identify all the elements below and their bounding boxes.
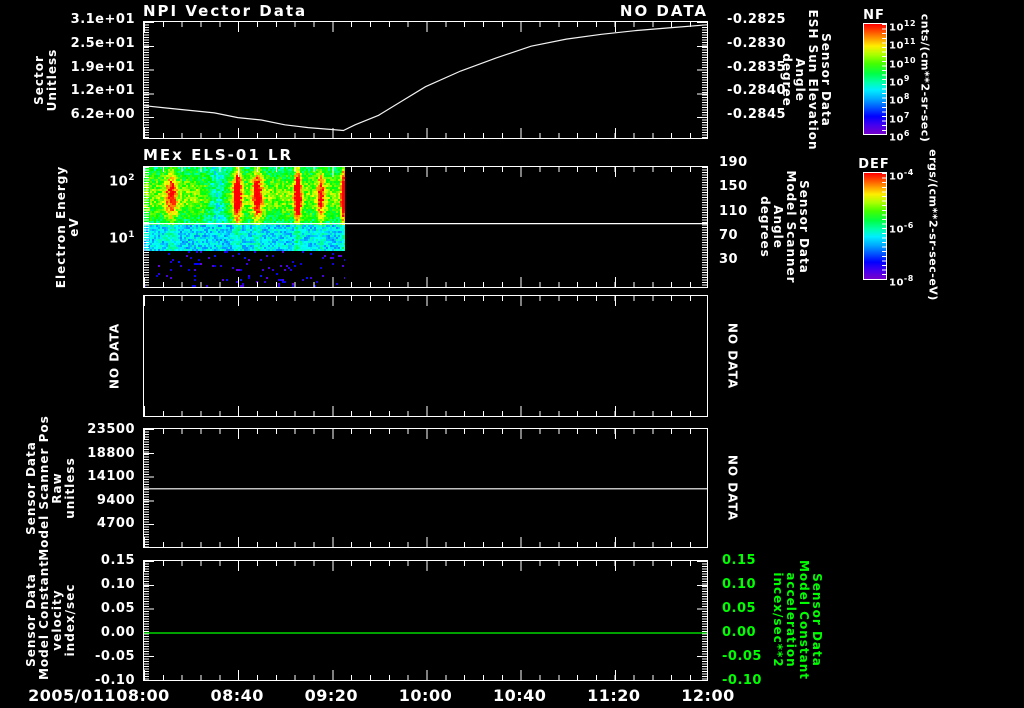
nf-colorbar-tick-label: 109	[889, 74, 910, 89]
panel4-left-tick-label: 14100	[87, 469, 135, 484]
panel5-right-tick-label: 0.15	[722, 553, 757, 568]
panel5-right-tick-label: 0.00	[722, 625, 757, 640]
panel4-left-tick-label: 18800	[87, 445, 135, 461]
panel5-left-tick-label: 0.15	[100, 553, 135, 568]
x-axis-date-label: 2005/011	[28, 686, 116, 705]
panel1-right-tick-label: -0.2840	[727, 83, 787, 99]
panel3-top-major-ticks	[144, 296, 707, 306]
nf-colorbar-tick-label: 107	[889, 110, 910, 125]
panel1-sun-elevation-curve	[143, 24, 708, 132]
nf-colorbar-tick-label: 1011	[889, 37, 917, 52]
panel1-no-data-label: NO DATA	[619, 2, 708, 20]
nf-colorbar	[863, 23, 887, 135]
panel4-left-tick-label: 23500	[87, 422, 135, 437]
x-axis-tick-label: 10:40	[492, 686, 547, 705]
x-axis-tick-label: 08:00	[116, 686, 170, 705]
panel4-left-tick-label: 9400	[96, 492, 135, 508]
pds-plot-page: NPI Vector Data NO DATA MEx ELS-01 LR Se…	[0, 0, 1024, 708]
def-colorbar-tick-label: 10-4	[889, 168, 914, 183]
panel1-right-tick-label: -0.2845	[727, 107, 787, 123]
nf-colorbar-tick-label: 106	[889, 129, 910, 144]
panel5-left-tick-label: -0.05	[95, 649, 135, 664]
nf-colorbar-tick-label: 1012	[889, 19, 917, 34]
x-axis-tick-label: 09:20	[304, 686, 359, 705]
panel1-right-tick-label: -0.2835	[727, 59, 787, 75]
panel2-right-tick-label: 110	[719, 203, 748, 219]
panel5-left-tick-label: 0.10	[100, 577, 135, 592]
panel1-right-tick-label: -0.2825	[727, 12, 787, 27]
panel1-left-tick-label: 1.2e+01	[70, 83, 135, 99]
panel5-acceleration-line	[144, 632, 707, 634]
panel2-left-tick-label: 101	[109, 230, 135, 247]
panel1-title: NPI Vector Data	[143, 2, 308, 20]
panel1-left-tick-label: 3.1e+01	[70, 12, 135, 27]
panel5-model-constant-plot	[143, 560, 708, 681]
x-axis-tick-label: 08:40	[210, 686, 264, 705]
panel2-left-tick-label: 102	[109, 173, 135, 190]
x-axis-tick-label: 12:00	[681, 686, 735, 705]
panel2-title: MEx ELS-01 LR	[143, 146, 294, 164]
panel5-left-tick-label: 0.00	[100, 625, 135, 640]
panel3-empty-plot	[143, 295, 708, 417]
panel5-right-tick-label: -0.05	[722, 649, 762, 664]
panel3-bottom-major-ticks	[144, 406, 707, 416]
panel4-left-tick-label: 4700	[96, 516, 135, 531]
panel4-scanner-pos-plot	[143, 428, 708, 548]
panel2-scanner-angle-line	[144, 222, 707, 225]
panel2-right-tick-label: 70	[719, 227, 739, 243]
def-colorbar-ticks	[882, 173, 886, 279]
panel2-right-tick-label: 30	[719, 252, 739, 267]
panel2-right-tick-label: 150	[719, 179, 748, 195]
def-colorbar-tick-label: 10-6	[889, 221, 914, 236]
panel5-left-tick-label: 0.05	[100, 601, 135, 616]
panel1-npi-vector-data-plot	[143, 21, 708, 139]
panel1-left-tick-label: 6.2e+00	[70, 107, 135, 122]
panel4-scanner-pos-line	[144, 488, 707, 490]
panel1-left-tick-label: 2.5e+01	[70, 35, 135, 51]
nf-colorbar-tick-label: 108	[889, 92, 910, 107]
x-axis-tick-label: 10:00	[398, 686, 453, 705]
panel1-right-tick-label: -0.2830	[727, 35, 787, 51]
def-colorbar	[863, 172, 887, 280]
def-colorbar-tick-label: 10-8	[889, 274, 914, 289]
x-axis-tick-label: 11:20	[587, 686, 641, 705]
nf-colorbar-tick-label: 1010	[889, 55, 917, 70]
panel2-right-tick-label: 190	[719, 155, 748, 170]
nf-colorbar-ticks	[882, 24, 886, 134]
panel5-right-tick-label: 0.05	[722, 601, 757, 616]
panel2-els-spectrogram-plot	[143, 166, 708, 288]
panel1-left-tick-label: 1.9e+01	[70, 59, 135, 75]
panel5-right-tick-label: 0.10	[722, 577, 757, 592]
